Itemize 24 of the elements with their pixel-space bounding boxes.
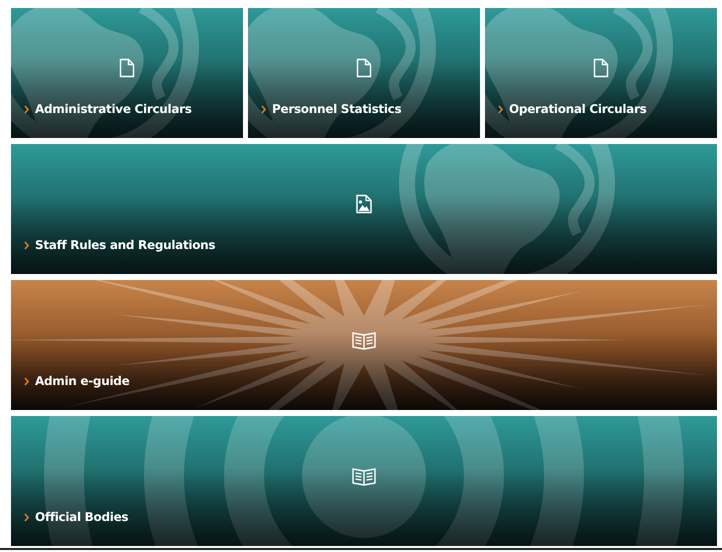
tile-link[interactable]: Admin e-guide xyxy=(11,280,717,410)
tile-link[interactable]: Operational Circulars xyxy=(485,8,717,138)
chevron-icon xyxy=(24,376,29,386)
document-icon xyxy=(119,58,135,78)
open-book-icon xyxy=(352,330,376,350)
tile-label: Operational Circulars xyxy=(509,102,646,116)
tile-label: Administrative Circulars xyxy=(35,102,192,116)
tile-link[interactable]: Official Bodies xyxy=(11,416,717,546)
open-book-icon xyxy=(352,466,376,486)
tile-label: Official Bodies xyxy=(35,510,128,524)
chevron-icon xyxy=(261,104,266,114)
chevron-icon xyxy=(24,512,29,522)
tile-link[interactable]: Staff Rules and Regulations xyxy=(11,144,717,274)
image-file-icon xyxy=(356,194,372,214)
tile-label: Staff Rules and Regulations xyxy=(35,238,216,252)
document-icon xyxy=(356,58,372,78)
chevron-icon xyxy=(24,104,29,114)
document-icon xyxy=(593,58,609,78)
tile-label: Personnel Statistics xyxy=(272,102,402,116)
chevron-icon xyxy=(24,240,29,250)
tile-link[interactable]: Personnel Statistics xyxy=(248,8,480,138)
chevron-icon xyxy=(498,104,503,114)
tile-link[interactable]: Administrative Circulars xyxy=(11,8,243,138)
tile-label: Admin e-guide xyxy=(35,374,130,388)
